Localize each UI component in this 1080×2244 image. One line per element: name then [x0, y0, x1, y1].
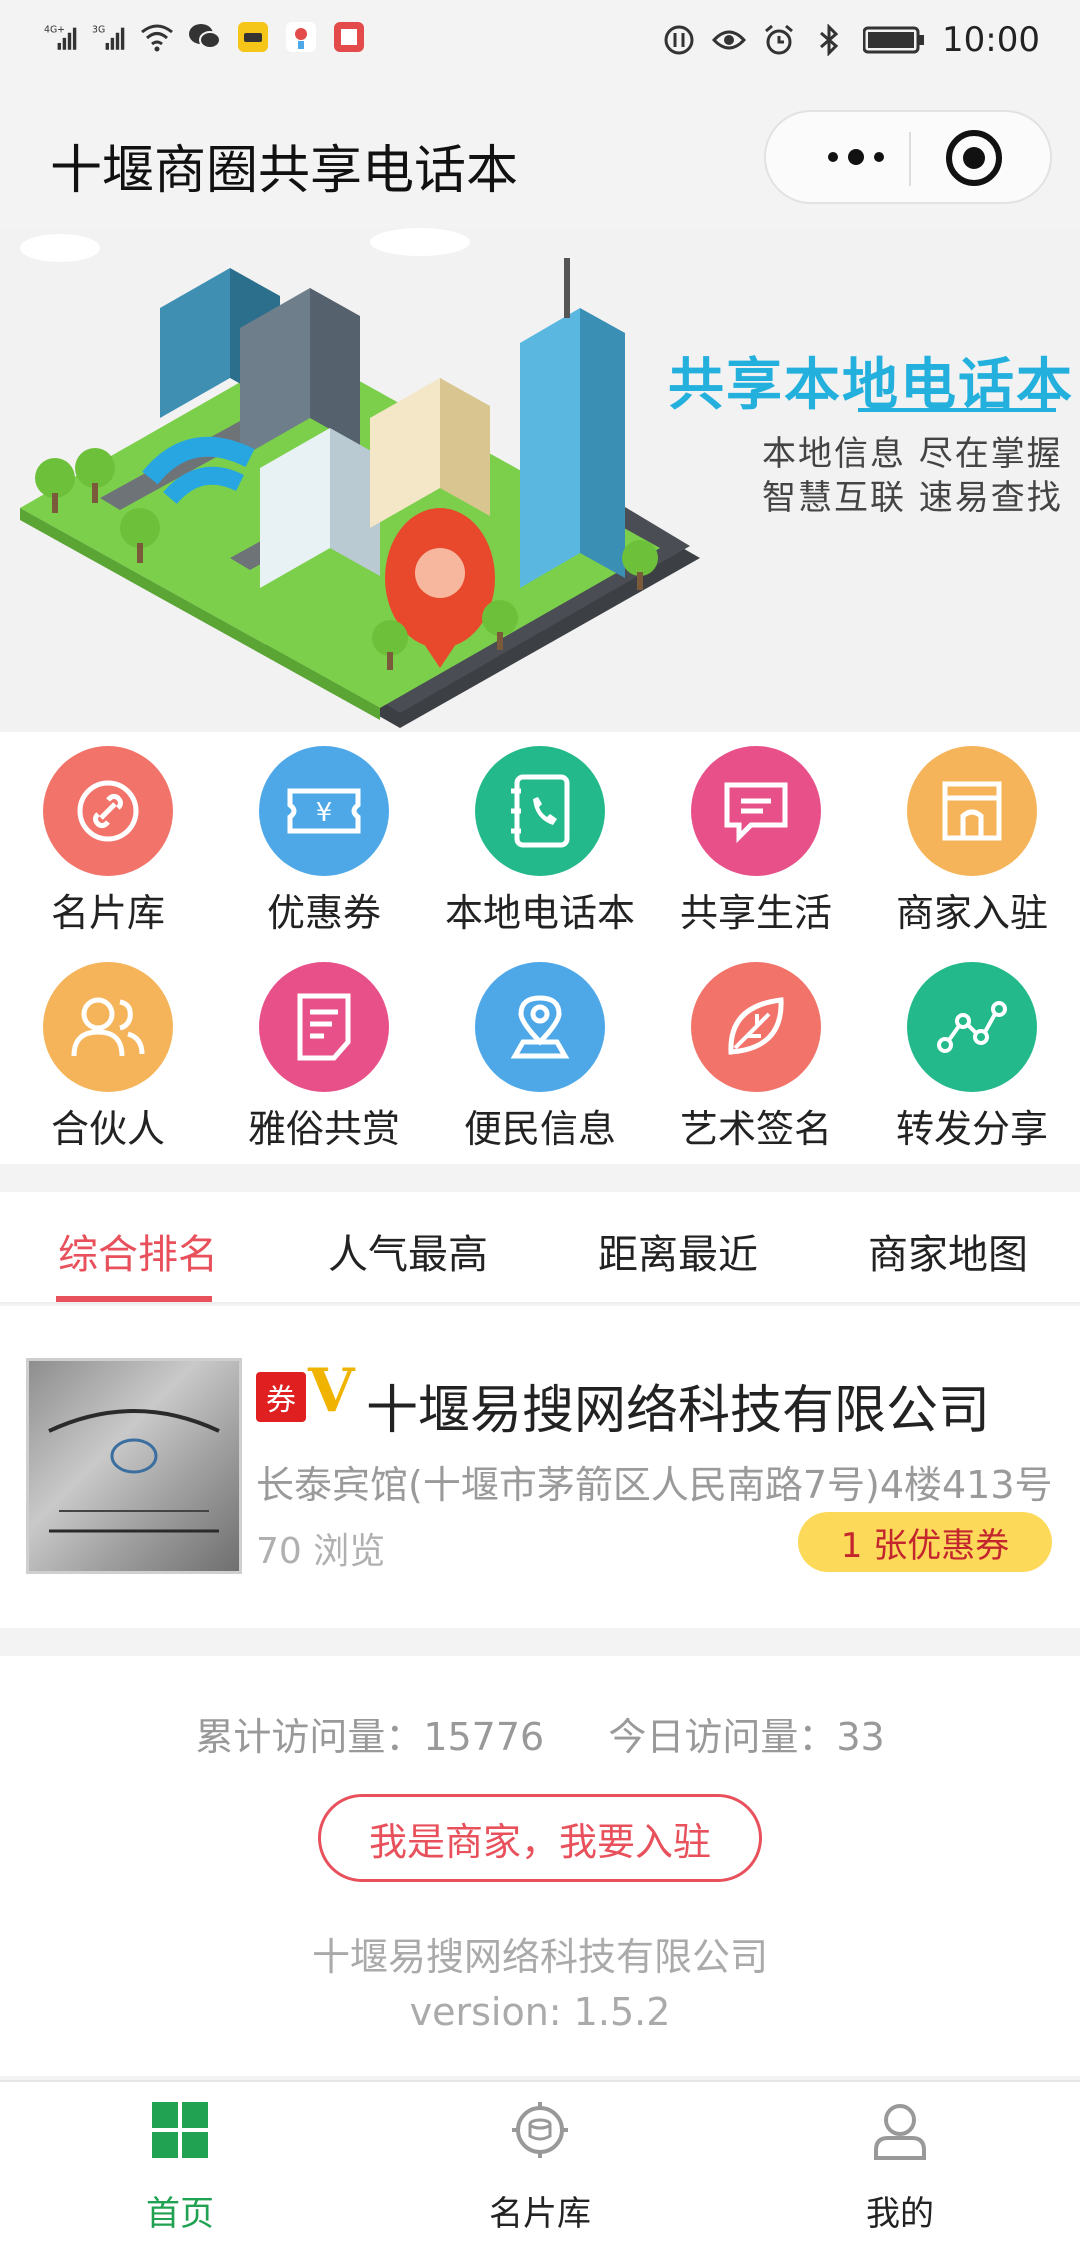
status-right: 10:00	[662, 20, 1040, 60]
grid-label: 名片库	[50, 891, 165, 935]
ticket-icon: ¥	[259, 746, 389, 876]
grid-label: 优惠券	[266, 891, 381, 935]
grid-item-art-signature[interactable]: 艺术签名	[648, 948, 864, 1158]
business-address: 长泰宾馆(十堰市茅箭区人民南路7号)4楼413号	[256, 1463, 1053, 1507]
coupon-count-pill[interactable]: 1 张优惠券	[798, 1512, 1052, 1572]
battery-icon	[862, 23, 926, 57]
banner-subline-2: 智慧互联 速易查找	[762, 478, 1063, 518]
grid-item-partners[interactable]: 合伙人	[0, 948, 216, 1158]
share-icon	[907, 962, 1037, 1092]
grid-label: 共享生活	[679, 891, 832, 935]
grid-item-arts[interactable]: 雅俗共赏	[216, 948, 432, 1158]
store-icon	[907, 746, 1037, 876]
footer-info: 累计访问量：15776 今日访问量：33 我是商家，我要入驻 十堰易搜网络科技有…	[0, 1656, 1080, 2076]
svg-text:4G+: 4G+	[44, 25, 65, 36]
today-visits: 今日访问量：33	[608, 1715, 885, 1759]
grid-item-shared-life[interactable]: 共享生活	[648, 732, 864, 942]
partners-icon	[43, 962, 173, 1092]
more-icon[interactable]	[806, 112, 906, 202]
chat-icon	[691, 746, 821, 876]
grid-label: 艺术签名	[679, 1107, 832, 1151]
grid-item-coupons[interactable]: ¥ 优惠券	[216, 732, 432, 942]
tabbar-home[interactable]: 首页	[0, 2082, 360, 2244]
wechat-icon	[188, 20, 222, 54]
grid-label: 商家入驻	[895, 891, 1048, 935]
status-bar: 4G+ 3G 10:00	[0, 0, 1080, 84]
tabbar-label: 我的	[866, 2194, 934, 2234]
business-name: 十堰易搜网络科技有限公司	[366, 1381, 991, 1441]
data-icon	[662, 23, 696, 57]
visit-stats: 累计访问量：15776 今日访问量：33	[0, 1706, 1080, 1761]
signal-icon: 4G+	[44, 20, 78, 54]
tabbar-me[interactable]: 我的	[720, 2082, 1080, 2244]
total-visits: 累计访问量：15776	[195, 1715, 545, 1759]
signal-icon: 3G	[92, 20, 126, 54]
wifi-icon	[140, 20, 174, 54]
close-target-icon[interactable]	[946, 130, 1002, 186]
business-views: 70 浏览	[256, 1531, 386, 1572]
grid-item-share[interactable]: 转发分享	[864, 948, 1080, 1158]
grid-item-public-info[interactable]: 便民信息	[432, 948, 648, 1158]
bottom-tab-bar: 首页 名片库 我的	[0, 2080, 1080, 2244]
car-icon	[236, 20, 270, 54]
company-name: 十堰易搜网络科技有限公司	[311, 1935, 768, 1979]
grid-label: 转发分享	[895, 1107, 1048, 1151]
banner-subline-1: 本地信息 尽在掌握	[762, 434, 1063, 474]
grid-label: 便民信息	[463, 1107, 616, 1151]
grid-item-card-library[interactable]: 名片库	[0, 732, 216, 942]
grid-label: 本地电话本	[444, 891, 635, 935]
tabbar-label: 名片库	[489, 2194, 591, 2234]
feature-grid: 名片库 ¥ 优惠券 本地电话本 共享生活 商家入驻 合伙人 雅俗共赏 便民信息 …	[0, 732, 1080, 1164]
grid-item-merchant-join[interactable]: 商家入驻	[864, 732, 1080, 942]
page-title: 十堰商圈共享电话本	[50, 141, 519, 201]
link-icon	[43, 746, 173, 876]
list-item[interactable]: 券 V 十堰易搜网络科技有限公司 长泰宾馆(十堰市茅箭区人民南路7号)4楼413…	[0, 1306, 1080, 1628]
cards-icon	[510, 2100, 570, 2160]
map-pin-icon	[284, 20, 318, 54]
svg-text:¥: ¥	[316, 798, 333, 828]
document-icon	[259, 962, 389, 1092]
tab-overall-ranking[interactable]: 综合排名	[58, 1222, 218, 1280]
book-icon	[332, 20, 366, 54]
grid-label: 雅俗共赏	[247, 1107, 400, 1151]
banner-underline	[858, 408, 1056, 412]
leaf-icon	[691, 962, 821, 1092]
home-grid-icon	[150, 2100, 210, 2160]
nav-bar: 十堰商圈共享电话本	[0, 84, 1080, 228]
tab-nearest[interactable]: 距离最近	[598, 1222, 758, 1280]
tab-merchant-map[interactable]: 商家地图	[868, 1222, 1028, 1280]
grid-item-local-phonebook[interactable]: 本地电话本	[432, 732, 648, 942]
user-icon	[870, 2100, 930, 2160]
alarm-icon	[762, 23, 796, 57]
location-icon	[475, 962, 605, 1092]
svg-text:3G: 3G	[92, 25, 105, 36]
app-version: version: 1.5.2	[409, 1990, 671, 2034]
ranking-tabs: 综合排名 人气最高 距离最近 商家地图	[0, 1192, 1080, 1304]
business-logo-image	[26, 1358, 242, 1574]
hero-banner[interactable]: 共享本地电话本 本地信息 尽在掌握 智慧互联 速易查找	[0, 228, 1080, 732]
status-left: 4G+ 3G	[44, 20, 366, 54]
merchant-join-button[interactable]: 我是商家，我要入驻	[318, 1794, 762, 1882]
mini-program-capsule	[764, 110, 1052, 204]
grid-label: 合伙人	[50, 1107, 165, 1151]
capsule-divider	[909, 132, 911, 186]
tabbar-label: 首页	[146, 2194, 214, 2234]
phonebook-icon	[475, 746, 605, 876]
vip-badge: V	[308, 1356, 355, 1426]
bluetooth-icon	[812, 23, 846, 57]
active-tab-indicator	[56, 1296, 212, 1302]
tabbar-card-library[interactable]: 名片库	[360, 2082, 720, 2244]
tab-most-popular[interactable]: 人气最高	[328, 1222, 488, 1280]
coupon-badge: 券	[256, 1372, 306, 1422]
status-time: 10:00	[942, 20, 1040, 60]
eye-icon	[712, 23, 747, 57]
